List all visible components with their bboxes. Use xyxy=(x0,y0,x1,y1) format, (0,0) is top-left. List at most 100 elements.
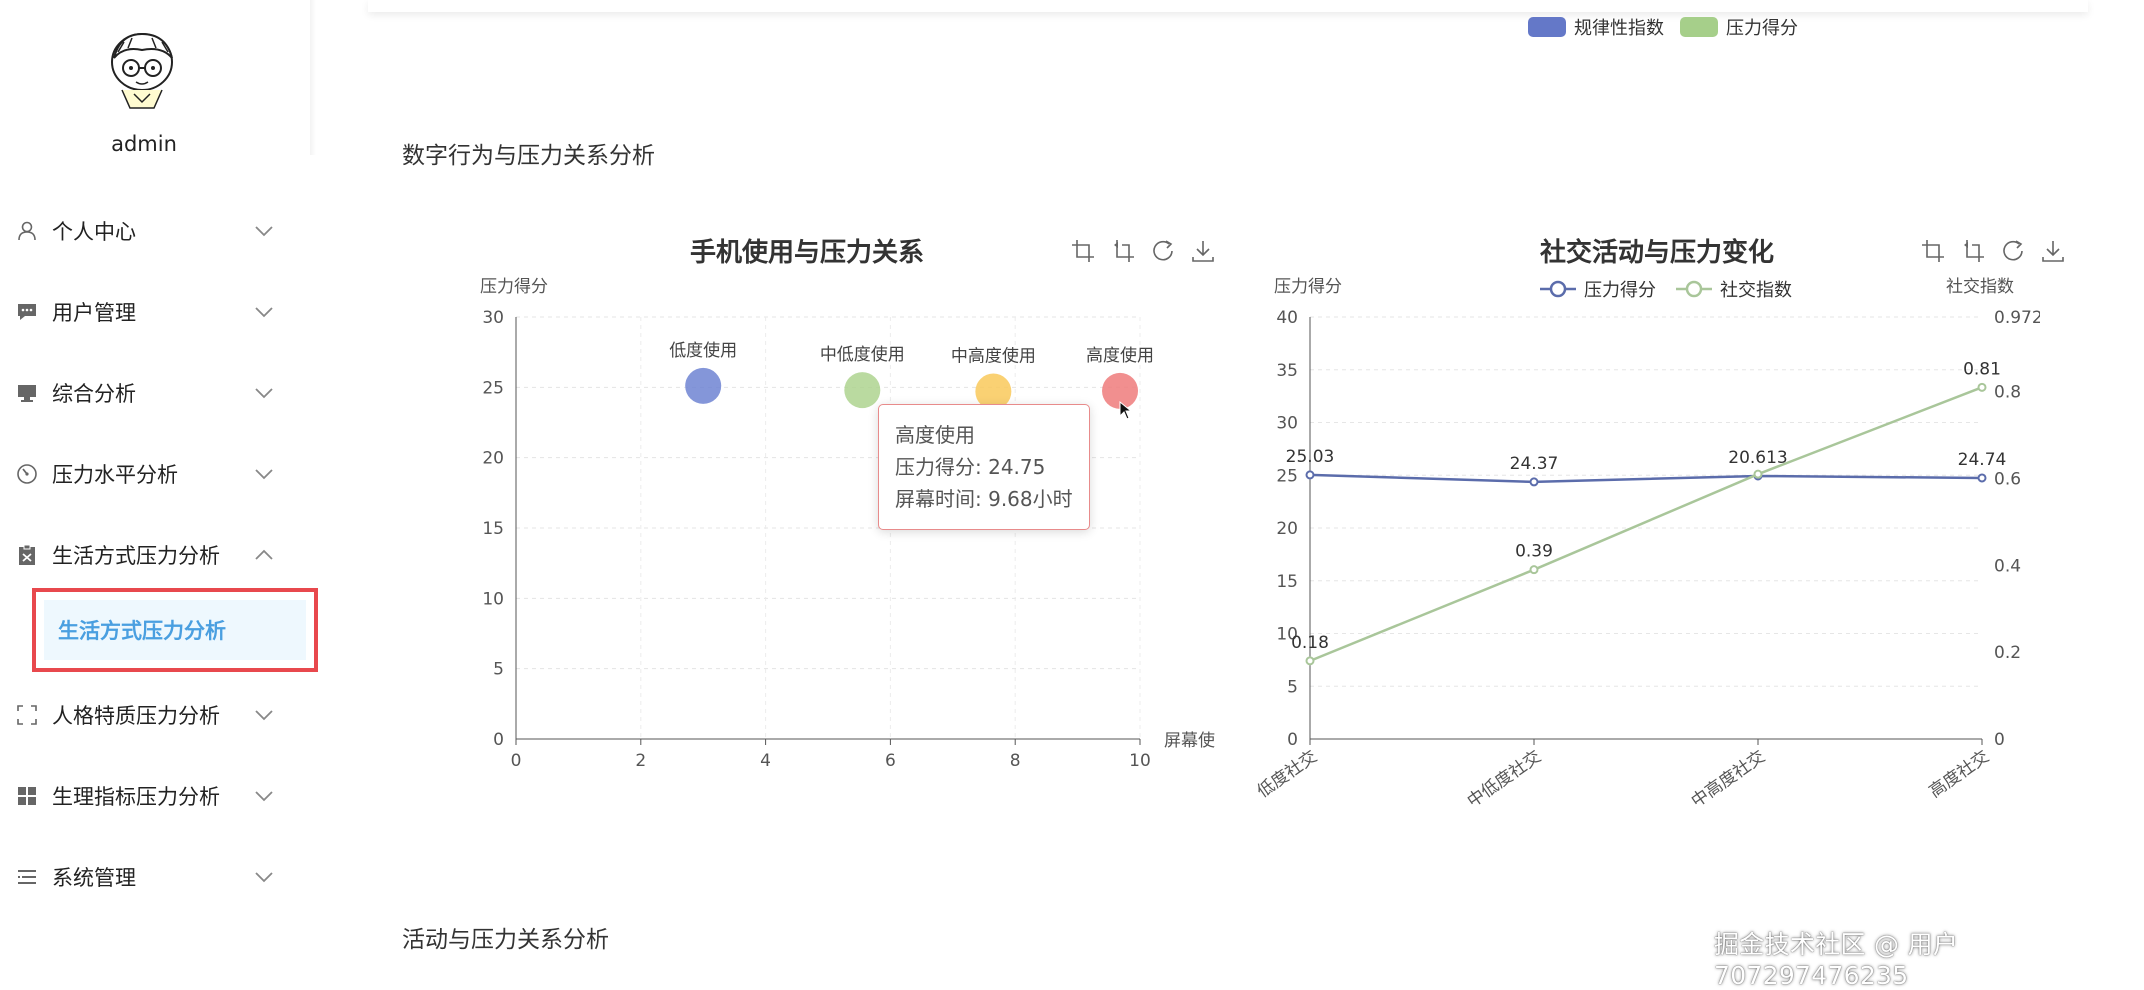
series-point xyxy=(1529,565,1539,575)
tooltip-line-screen-time: 屏幕时间: 9.68小时 xyxy=(895,487,1073,511)
point-label: 低度使用 xyxy=(669,340,737,361)
series-point xyxy=(1305,656,1315,666)
menu-item-physiological-stress-analysis[interactable]: 生理指标压力分析 xyxy=(14,776,276,816)
x-tick-label: 2 xyxy=(635,751,646,771)
data-label: 0.39 xyxy=(1515,542,1553,562)
scatter-tooltip: 高度使用 压力得分: 24.75 屏幕时间: 9.68小时 xyxy=(878,404,1090,530)
y-tick-label: 5 xyxy=(493,660,504,680)
legend-marker xyxy=(1685,280,1703,298)
menu-item-user-management[interactable]: 用户管理 xyxy=(14,292,276,332)
y-tick-label: 0 xyxy=(493,730,504,750)
y-axis-label: 压力得分 xyxy=(1274,277,1342,297)
sidebar: admin 个人中心 用户管理 综合分析 压力水平分析 生活方式压力分析 生活方… xyxy=(0,0,318,984)
chevron-down-icon xyxy=(252,300,276,324)
y-tick-label: 25 xyxy=(482,378,504,398)
y2-tick-label: 0.2 xyxy=(1994,643,2021,663)
top-chart-card xyxy=(368,0,2088,12)
chevron-up-icon xyxy=(252,543,276,567)
legend-label: 压力得分 xyxy=(1584,280,1656,301)
submenu-highlight: 生活方式压力分析 xyxy=(32,588,318,672)
cursor-icon xyxy=(1119,400,1133,420)
chevron-down-icon xyxy=(252,381,276,405)
y2-tick-label: 0.8 xyxy=(1994,383,2021,403)
menu-item-personal-center[interactable]: 个人中心 xyxy=(14,211,276,251)
y-tick-label: 30 xyxy=(482,308,504,328)
y2-tick-label: 0.6 xyxy=(1994,470,2021,490)
menu-item-system-management[interactable]: 系统管理 xyxy=(14,857,276,897)
data-label: 0.18 xyxy=(1291,633,1329,653)
download-icon[interactable] xyxy=(2040,238,2066,264)
y-tick-label: 40 xyxy=(1276,308,1298,328)
y-tick-label: 10 xyxy=(482,589,504,609)
menu-item-comprehensive-analysis[interactable]: 综合分析 xyxy=(14,373,276,413)
gauge-icon xyxy=(14,461,40,487)
series-line xyxy=(1309,386,1983,663)
scatter-point xyxy=(844,372,881,409)
line-chart[interactable]: 051015202530354000.20.40.60.80.972低度社交 中低… xyxy=(1240,270,2040,810)
watermark: 掘金技术社区 @ 用户707297476235 xyxy=(1714,930,1959,990)
data-label-overlap: 20.613 xyxy=(1728,448,1787,468)
point-label: 中低度使用 xyxy=(820,344,905,365)
zoom-icon[interactable] xyxy=(1070,238,1096,264)
refresh-icon[interactable] xyxy=(1150,238,1176,264)
message-icon xyxy=(14,299,40,325)
line-toolbox xyxy=(1920,238,2066,264)
menu-item-lifestyle-stress-analysis[interactable]: 生活方式压力分析 xyxy=(14,535,276,575)
y2-tick-label: 0.972 xyxy=(1994,308,2040,328)
x-tick-label: 8 xyxy=(1010,751,1021,771)
menu-label: 综合分析 xyxy=(52,382,136,406)
y-axis-label: 压力得分 xyxy=(480,277,548,297)
scatter-chart-title: 手机使用与压力关系 xyxy=(690,238,925,268)
menu-item-personality-stress-analysis[interactable]: 人格特质压力分析 xyxy=(14,695,276,735)
zoom-reset-icon[interactable] xyxy=(1110,238,1136,264)
data-label: 0.81 xyxy=(1963,359,2001,379)
top-chart-legend: 规律性指数 压力得分 xyxy=(1528,14,1798,40)
monitor-icon xyxy=(14,380,40,406)
y2-tick-label: 0.4 xyxy=(1994,556,2021,576)
scatter-chart[interactable]: 0 5 10 15 20 25 30 0 2 4 6 8 10 压力得分屏幕使 低度使用 中低度使用 中高度使用… xyxy=(440,270,1230,790)
y-tick-label: 15 xyxy=(482,519,504,539)
submenu-item-lifestyle-stress-analysis[interactable]: 生活方式压力分析 xyxy=(44,600,306,660)
y-tick-label: 20 xyxy=(482,449,504,469)
chevron-down-icon xyxy=(252,784,276,808)
x-axis-label: 屏幕使 xyxy=(1164,730,1215,751)
series-line xyxy=(1309,473,1983,484)
chevron-down-icon xyxy=(252,462,276,486)
tooltip-title: 高度使用 xyxy=(895,423,975,447)
menu-label: 压力水平分析 xyxy=(52,463,178,487)
line-chart-title: 社交活动与压力变化 xyxy=(1540,238,1775,268)
menu-label: 生理指标压力分析 xyxy=(52,785,220,809)
menu-label: 人格特质压力分析 xyxy=(52,704,220,728)
scatter-point xyxy=(685,367,722,404)
y-tick-label: 0 xyxy=(1287,730,1298,750)
point-label: 高度使用 xyxy=(1086,345,1154,366)
y-tick-label: 5 xyxy=(1287,677,1298,697)
legend-label-regularity[interactable]: 规律性指数 xyxy=(1574,14,1664,40)
data-label: 24.74 xyxy=(1958,450,2007,470)
legend-swatch xyxy=(1680,17,1718,37)
series-point xyxy=(1753,469,1763,479)
data-label: 24.37 xyxy=(1510,454,1559,474)
refresh-icon[interactable] xyxy=(2000,238,2026,264)
x-tick-label: 低度社交 xyxy=(1254,747,1321,802)
menu-label: 系统管理 xyxy=(52,866,136,890)
x-tick-label: 10 xyxy=(1129,751,1151,771)
scatter-toolbox xyxy=(1070,238,1216,264)
zoom-icon[interactable] xyxy=(1920,238,1946,264)
y-tick-label: 25 xyxy=(1276,466,1298,486)
download-icon[interactable] xyxy=(1190,238,1216,264)
y-tick-label: 30 xyxy=(1276,414,1298,434)
avatar[interactable] xyxy=(100,28,184,112)
x-tick-label: 0 xyxy=(511,751,522,771)
legend-label-stress[interactable]: 压力得分 xyxy=(1726,14,1798,40)
series-point xyxy=(1977,382,1987,392)
series-point xyxy=(1977,473,1987,483)
x-tick-label: 中高度社交 xyxy=(1688,747,1769,810)
fullscreen-icon xyxy=(14,702,40,728)
y2-tick-label: 0 xyxy=(1994,730,2005,750)
zoom-reset-icon[interactable] xyxy=(1960,238,1986,264)
grid-icon xyxy=(14,783,40,809)
menu-label: 用户管理 xyxy=(52,301,136,325)
menu-item-stress-level-analysis[interactable]: 压力水平分析 xyxy=(14,454,276,494)
legend-marker xyxy=(1549,280,1567,298)
